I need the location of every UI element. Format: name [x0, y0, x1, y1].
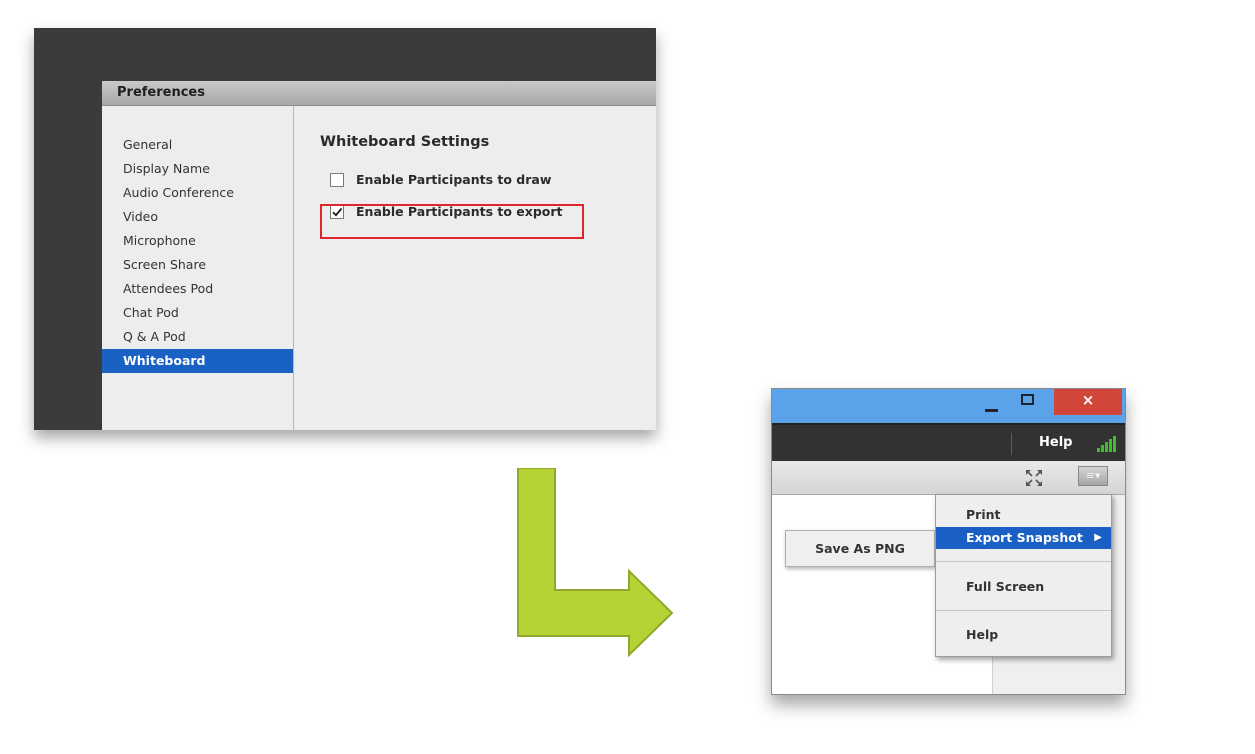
enable-draw-checkbox[interactable] [330, 172, 344, 187]
sidebar-item-qa-pod[interactable]: Q & A Pod [102, 325, 293, 349]
whiteboard-settings-heading: Whiteboard Settings [320, 134, 490, 150]
menubar-separator [1011, 433, 1012, 455]
menu-separator [936, 610, 1111, 611]
enable-draw-option[interactable]: Enable Participants to draw [330, 171, 551, 189]
pod-options-context-menu: Print Export Snapshot ▶ Full Screen Help [935, 494, 1112, 657]
menu-separator [936, 561, 1111, 562]
preferences-title: Preferences [102, 81, 656, 106]
fullscreen-icon[interactable] [1025, 469, 1043, 487]
export-option-highlight [320, 204, 584, 239]
sidebar-item-audio-conference[interactable]: Audio Conference [102, 181, 293, 205]
submenu-arrow-icon: ▶ [1094, 532, 1102, 543]
menu-item-print[interactable]: Print [936, 504, 1111, 526]
sidebar-item-attendees-pod[interactable]: Attendees Pod [102, 277, 293, 301]
preferences-sidebar: General Display Name Audio Conference Vi… [102, 106, 294, 430]
preferences-dialog: Preferences General Display Name Audio C… [102, 81, 656, 430]
sidebar-item-display-name[interactable]: Display Name [102, 157, 293, 181]
pod-options-menu-button[interactable]: ≡▾ [1078, 466, 1108, 486]
preferences-content: Whiteboard Settings Enable Participants … [294, 106, 656, 430]
window-titlebar: × [772, 389, 1125, 423]
sidebar-item-screen-share[interactable]: Screen Share [102, 253, 293, 277]
sidebar-item-microphone[interactable]: Microphone [102, 229, 293, 253]
menu-item-export-snapshot[interactable]: Export Snapshot ▶ [936, 527, 1111, 549]
minimize-icon[interactable] [985, 409, 998, 412]
maximize-icon[interactable] [1021, 394, 1034, 405]
menu-item-help[interactable]: Help [936, 624, 1111, 646]
preferences-screenshot: Preferences General Display Name Audio C… [34, 28, 656, 430]
close-button[interactable]: × [1054, 389, 1122, 415]
sidebar-item-general[interactable]: General [102, 133, 293, 157]
menu-item-full-screen[interactable]: Full Screen [936, 576, 1111, 598]
enable-draw-label: Enable Participants to draw [356, 172, 552, 187]
meeting-menubar: Help [772, 423, 1125, 461]
pod-toolbar: ≡▾ [772, 461, 1125, 495]
arrow-down-right-icon [517, 468, 674, 658]
menubar-help[interactable]: Help [1039, 425, 1072, 461]
menu-item-export-snapshot-label: Export Snapshot [966, 530, 1083, 545]
sidebar-item-chat-pod[interactable]: Chat Pod [102, 301, 293, 325]
sidebar-item-whiteboard[interactable]: Whiteboard [102, 349, 293, 373]
connection-signal-icon [1097, 436, 1116, 452]
save-as-png-menu-item[interactable]: Save As PNG [785, 530, 935, 567]
sidebar-item-video[interactable]: Video [102, 205, 293, 229]
